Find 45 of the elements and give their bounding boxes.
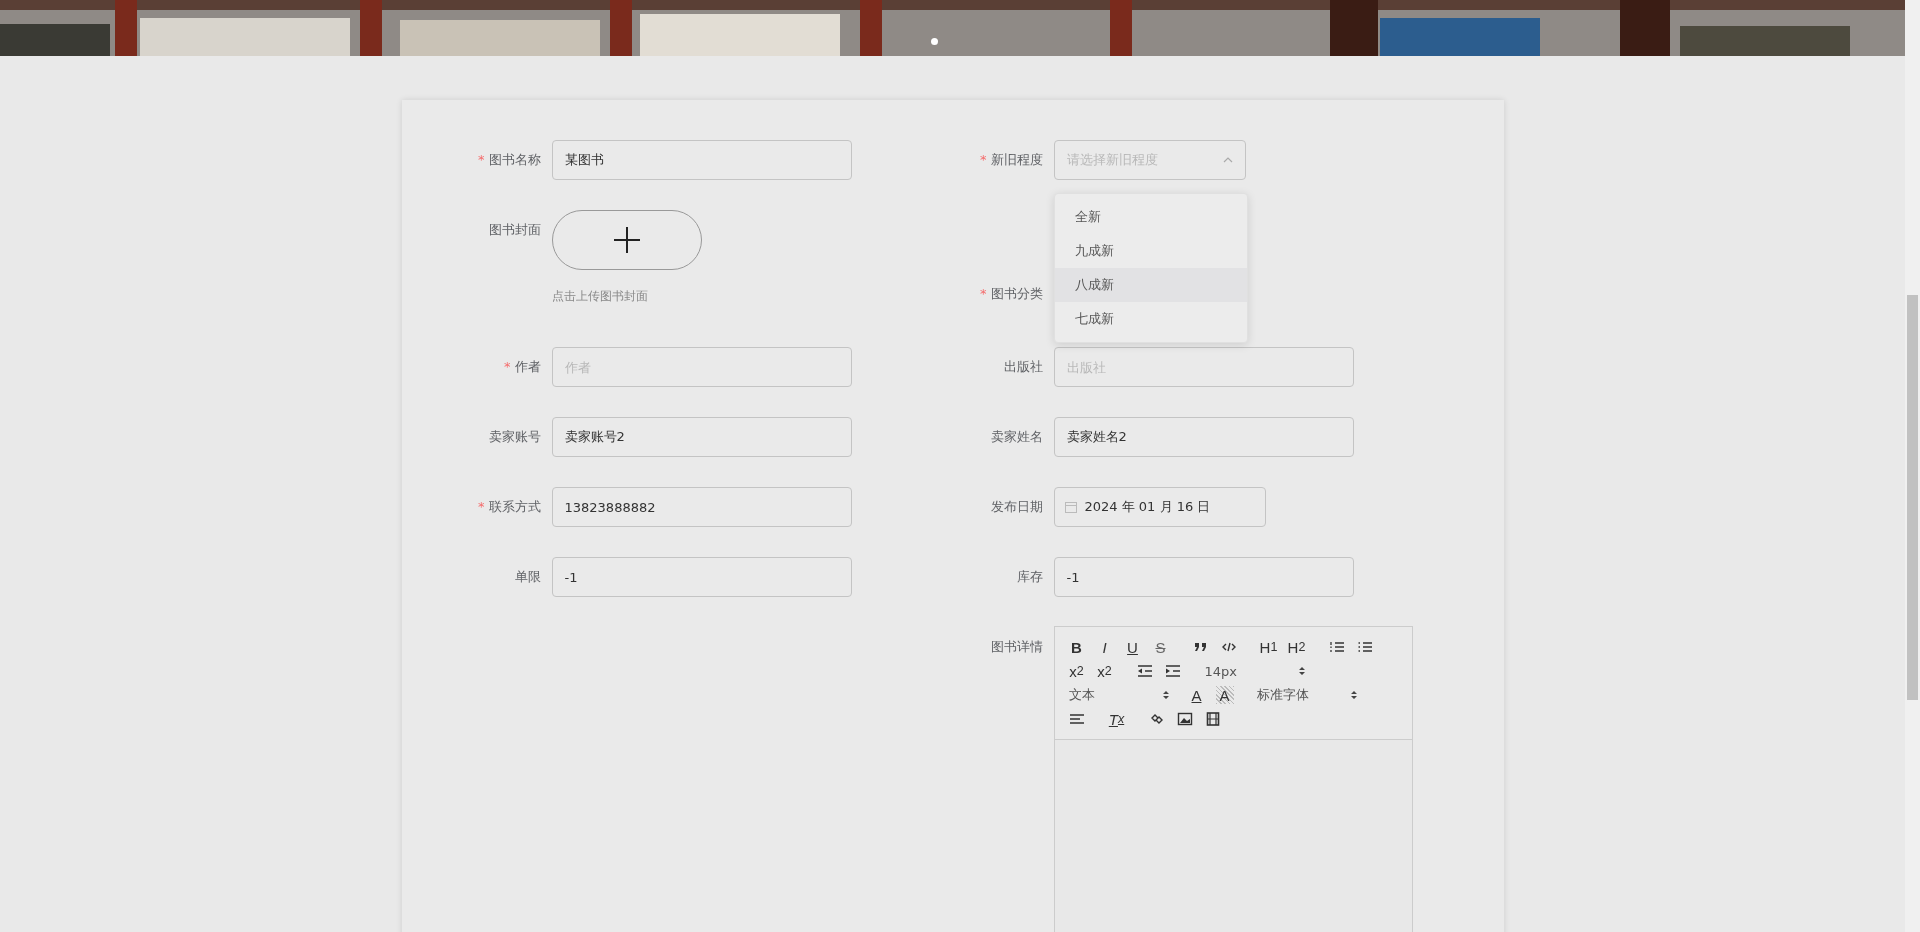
underline-button[interactable]: U xyxy=(1118,635,1147,659)
date-field[interactable]: 2024 年 01 月 16 日 xyxy=(1053,487,1266,527)
input-field[interactable]: -1 xyxy=(551,557,852,597)
field-label: 图书封面 xyxy=(488,222,541,237)
field-label: 图书名称 xyxy=(488,152,541,167)
required-mark: * xyxy=(980,152,987,167)
input-field[interactable]: 卖家账号2 xyxy=(551,417,852,457)
upload-hint: 点击上传图书封面 xyxy=(551,288,649,305)
field-label: 联系方式 xyxy=(488,499,541,514)
input-field[interactable]: 卖家姓名2 xyxy=(1053,417,1354,457)
updown-icon xyxy=(1350,690,1357,700)
field-label: 发布日期 xyxy=(990,499,1043,514)
field-label: 出版社 xyxy=(1003,359,1043,374)
scrollbar[interactable] xyxy=(1905,0,1920,932)
updown-icon xyxy=(1298,666,1305,676)
dropdown-option[interactable]: 七成新 xyxy=(1054,302,1247,336)
picker-dropdown[interactable]: 14px xyxy=(1198,659,1307,683)
picker-dropdown[interactable]: 文本 xyxy=(1062,683,1171,707)
field-label: 图书分类 xyxy=(990,286,1043,301)
field-label: 作者 xyxy=(514,359,541,374)
dropdown-option[interactable]: 全新 xyxy=(1054,200,1247,234)
calendar-icon xyxy=(1064,501,1077,513)
input-field[interactable]: 13823888882 xyxy=(551,487,852,527)
plus-icon xyxy=(613,227,640,253)
input-field[interactable]: -1 xyxy=(1053,557,1354,597)
required-mark: * xyxy=(478,152,485,167)
required-mark: * xyxy=(980,286,987,301)
dropdown-option[interactable]: 八成新 xyxy=(1054,268,1247,302)
italic-button[interactable]: I xyxy=(1090,635,1119,659)
field-label: 库存 xyxy=(1016,569,1043,584)
dropdown-option[interactable]: 九成新 xyxy=(1054,234,1247,268)
input-field[interactable]: 某图书 xyxy=(551,140,852,180)
field-label: 新旧程度 xyxy=(990,152,1043,167)
strike-button[interactable]: S xyxy=(1146,635,1175,659)
picker-dropdown[interactable]: 标准字体 xyxy=(1250,683,1359,707)
color-button[interactable]: A xyxy=(1182,683,1211,707)
required-mark: * xyxy=(478,499,485,514)
field-label: 卖家姓名 xyxy=(990,429,1043,444)
field-label: 图书详情 xyxy=(990,639,1043,654)
field-label: 卖家账号 xyxy=(488,429,541,444)
carousel-dot[interactable] xyxy=(931,38,938,45)
required-mark: * xyxy=(504,359,511,374)
bold-button[interactable]: B xyxy=(1062,635,1091,659)
updown-icon xyxy=(1162,690,1169,700)
field-label: 单限 xyxy=(514,569,541,584)
